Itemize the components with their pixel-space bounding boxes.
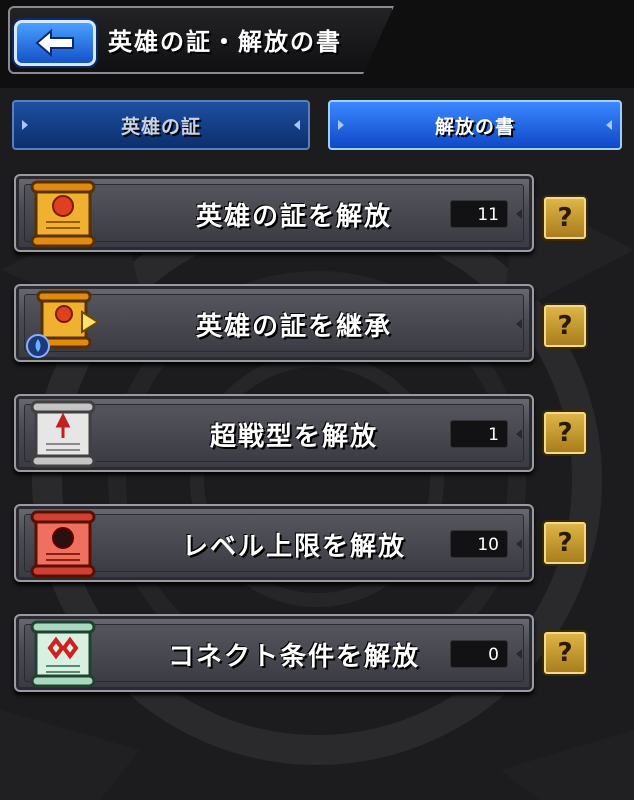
menu-row-release-super-battle[interactable]: 超戦型を解放 1 [14,394,534,472]
menu-row-release-connect[interactable]: コネクト条件を解放 0 [14,614,534,692]
menu-row-inherit-hero-proof[interactable]: 英雄の証を継承 [14,284,534,362]
row-label: 超戦型を解放 [209,422,378,452]
chevron-left-icon [516,209,522,219]
tab-hero-proof[interactable]: 英雄の証 [12,100,310,150]
tab-right-arrow-icon [606,120,612,130]
menu-row-release-hero-proof[interactable]: 英雄の証を解放 11 [14,174,534,252]
connect-scroll-icon [30,620,96,688]
tab-left-arrow-icon [338,120,344,130]
page-title: 英雄の証・解放の書 [108,28,342,56]
header-bar: 英雄の証・解放の書 [0,0,634,88]
tab-release-book[interactable]: 解放の書 [328,100,622,150]
help-button[interactable]: ? [542,195,588,241]
count-badge: 11 [450,200,508,228]
count-badge: 10 [450,530,508,558]
help-button[interactable]: ? [542,520,588,566]
help-button[interactable]: ? [542,630,588,676]
count-badge: 1 [450,420,508,448]
row-label: コネクト条件を解放 [167,642,420,672]
row-label: 英雄の証を継承 [195,312,392,342]
row-label: 英雄の証を解放 [195,202,392,232]
back-button[interactable] [14,20,96,66]
tab-label: 解放の書 [434,115,515,138]
help-button[interactable]: ? [542,303,588,349]
inherit-scroll-icon [26,290,100,358]
hero-proof-scroll-icon [30,180,96,248]
level-cap-scroll-icon [30,510,96,578]
back-arrow-icon [35,29,74,57]
tab-right-arrow-icon [294,120,300,130]
tab-left-arrow-icon [22,120,28,130]
chevron-left-icon [516,539,522,549]
chevron-left-icon [516,649,522,659]
chevron-left-icon [516,319,522,329]
super-battle-scroll-icon [30,400,96,468]
count-badge: 0 [450,640,508,668]
tab-label: 英雄の証 [120,115,201,138]
chevron-left-icon [516,429,522,439]
help-button[interactable]: ? [542,410,588,456]
menu-row-release-level-cap[interactable]: レベル上限を解放 10 [14,504,534,582]
row-label: レベル上限を解放 [181,532,406,562]
